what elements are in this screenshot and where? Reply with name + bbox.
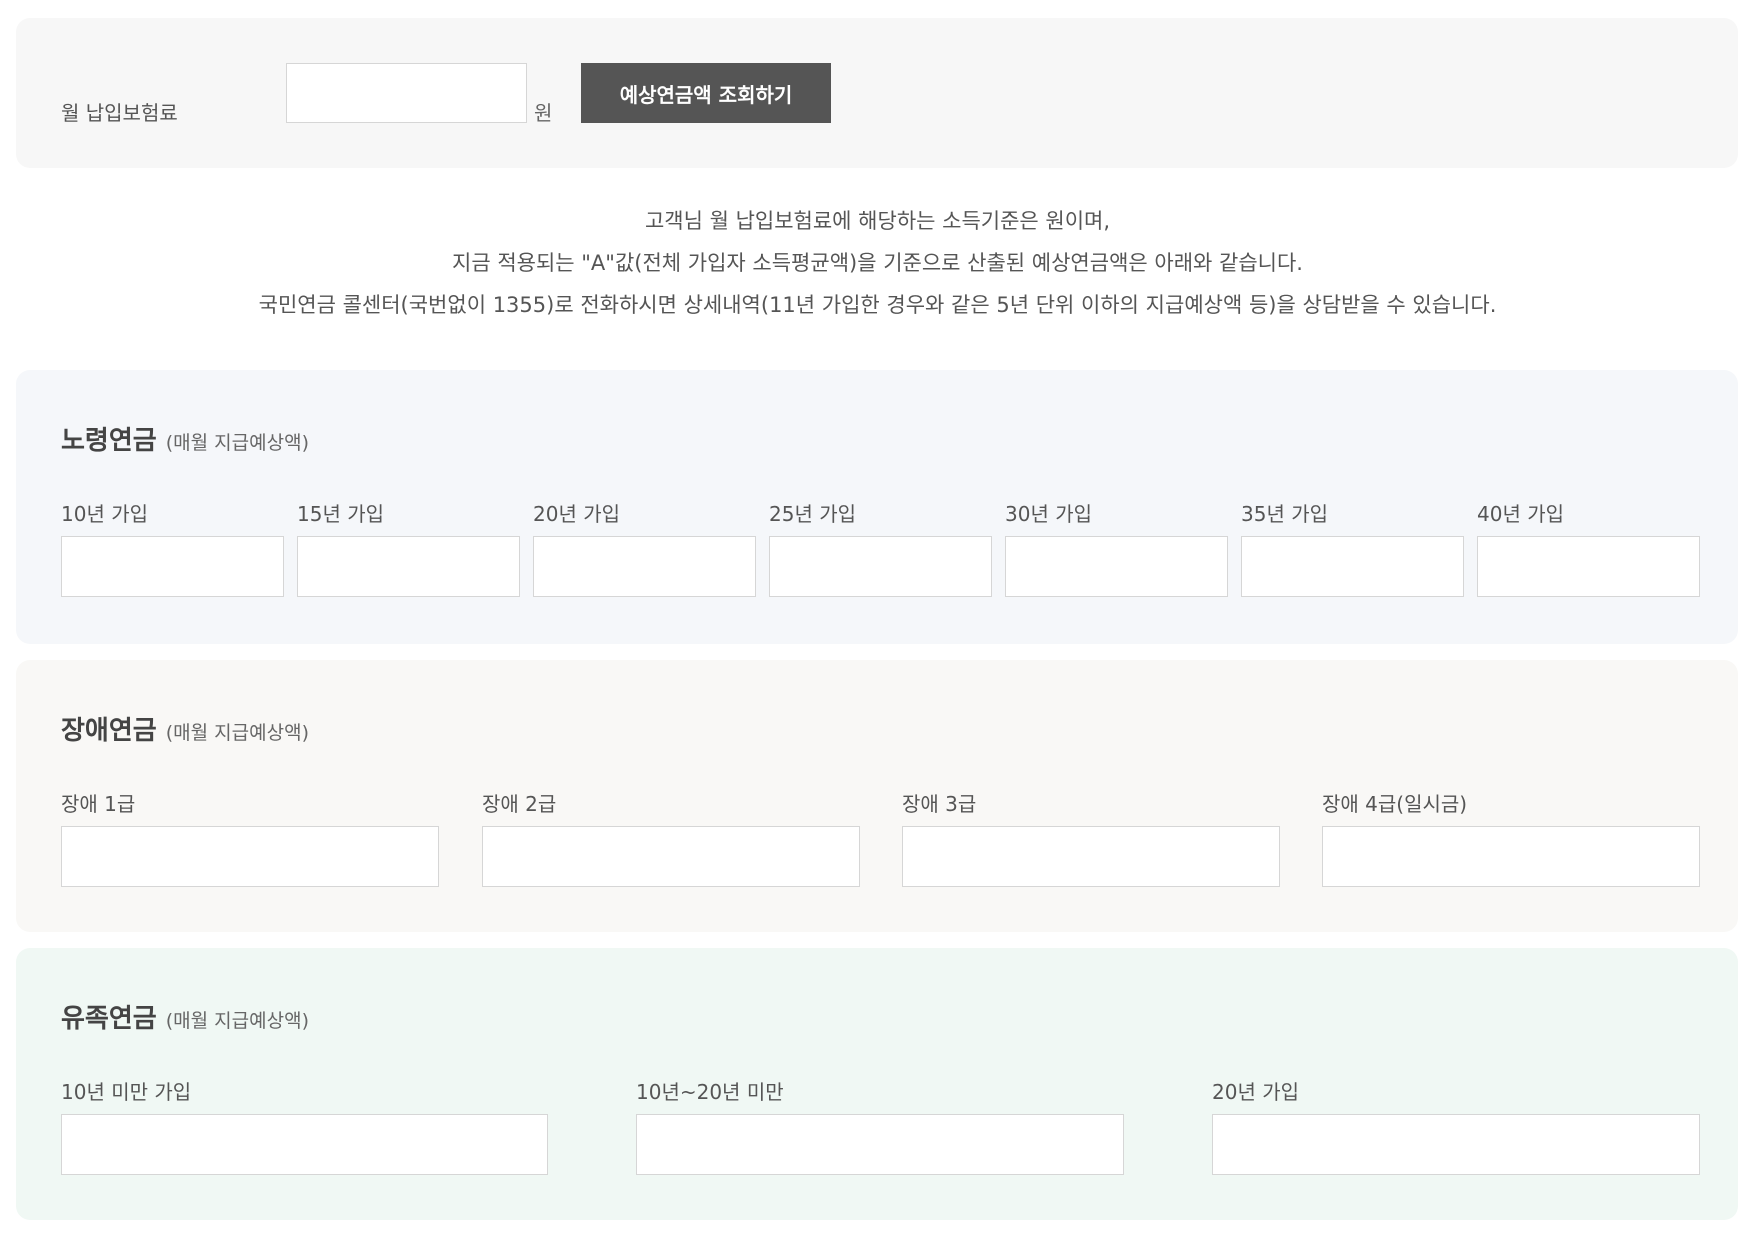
section-subtitle: (매월 지급예상액) xyxy=(165,1010,309,1032)
field-label: 20년 가입 xyxy=(1212,1080,1300,1104)
survivor-pension-section: 유족연금 (매월 지급예상액) 10년 미만 가입 10년~20년 미만 20년… xyxy=(16,948,1738,1220)
old-age-pension-section: 노령연금 (매월 지급예상액) 10년 가입 15년 가입 20년 가입 25년… xyxy=(16,370,1738,644)
disability-grade4-field[interactable] xyxy=(1322,826,1700,887)
field-label: 10년 미만 가입 xyxy=(61,1080,192,1104)
section-title: 노령연금 (매월 지급예상액) xyxy=(61,420,309,457)
disability-pension-section: 장애연금 (매월 지급예상액) 장애 1급 장애 2급 장애 3급 장애 4급(… xyxy=(16,660,1738,932)
old-age-pension-title: 노령연금 xyxy=(61,426,157,456)
old-age-20y-field[interactable] xyxy=(533,536,756,597)
disability-grade3-field[interactable] xyxy=(902,826,1280,887)
field-label: 40년 가입 xyxy=(1477,502,1565,526)
monthly-premium-label: 월 납입보험료 xyxy=(61,101,178,125)
currency-unit: 원 xyxy=(534,101,553,125)
survivor-10to20y-field[interactable] xyxy=(636,1114,1124,1175)
old-age-25y-field[interactable] xyxy=(769,536,992,597)
section-subtitle: (매월 지급예상액) xyxy=(165,432,309,454)
estimate-pension-button[interactable]: 예상연금액 조회하기 xyxy=(581,63,831,123)
section-title: 장애연금 (매월 지급예상액) xyxy=(61,710,309,747)
survivor-under10y-field[interactable] xyxy=(61,1114,548,1175)
premium-query-panel: 월 납입보험료 원 예상연금액 조회하기 xyxy=(16,18,1738,168)
disability-pension-title: 장애연금 xyxy=(61,716,157,746)
survivor-20y-field[interactable] xyxy=(1212,1114,1700,1175)
field-label: 10년 가입 xyxy=(61,502,149,526)
notice-line-3: 국민연금 콜센터(국번없이 1355)로 전화하시면 상세내역(11년 가입한 … xyxy=(258,293,1497,317)
old-age-40y-field[interactable] xyxy=(1477,536,1700,597)
field-label: 장애 2급 xyxy=(482,792,557,816)
field-label: 10년~20년 미만 xyxy=(636,1080,784,1104)
section-title: 유족연금 (매월 지급예상액) xyxy=(61,998,309,1035)
field-label: 장애 4급(일시금) xyxy=(1322,792,1468,816)
field-label: 35년 가입 xyxy=(1241,502,1329,526)
old-age-35y-field[interactable] xyxy=(1241,536,1464,597)
old-age-10y-field[interactable] xyxy=(61,536,284,597)
field-label: 25년 가입 xyxy=(769,502,857,526)
disability-grade2-field[interactable] xyxy=(482,826,860,887)
survivor-pension-title: 유족연금 xyxy=(61,1004,157,1034)
field-label: 장애 1급 xyxy=(61,792,136,816)
old-age-30y-field[interactable] xyxy=(1005,536,1228,597)
old-age-15y-field[interactable] xyxy=(297,536,520,597)
disability-grade1-field[interactable] xyxy=(61,826,439,887)
monthly-premium-input[interactable] xyxy=(286,63,527,123)
notice-line-1: 고객님 월 납입보험료에 해당하는 소득기준은 원이며, xyxy=(644,209,1111,233)
notice-line-2: 지금 적용되는 "A"값(전체 가입자 소득평균액)을 기준으로 산출된 예상연… xyxy=(452,251,1303,275)
field-label: 30년 가입 xyxy=(1005,502,1093,526)
field-label: 장애 3급 xyxy=(902,792,977,816)
section-subtitle: (매월 지급예상액) xyxy=(165,722,309,744)
field-label: 15년 가입 xyxy=(297,502,385,526)
field-label: 20년 가입 xyxy=(533,502,621,526)
estimate-notice: 고객님 월 납입보험료에 해당하는 소득기준은 원이며, 지금 적용되는 "A"… xyxy=(0,200,1755,326)
